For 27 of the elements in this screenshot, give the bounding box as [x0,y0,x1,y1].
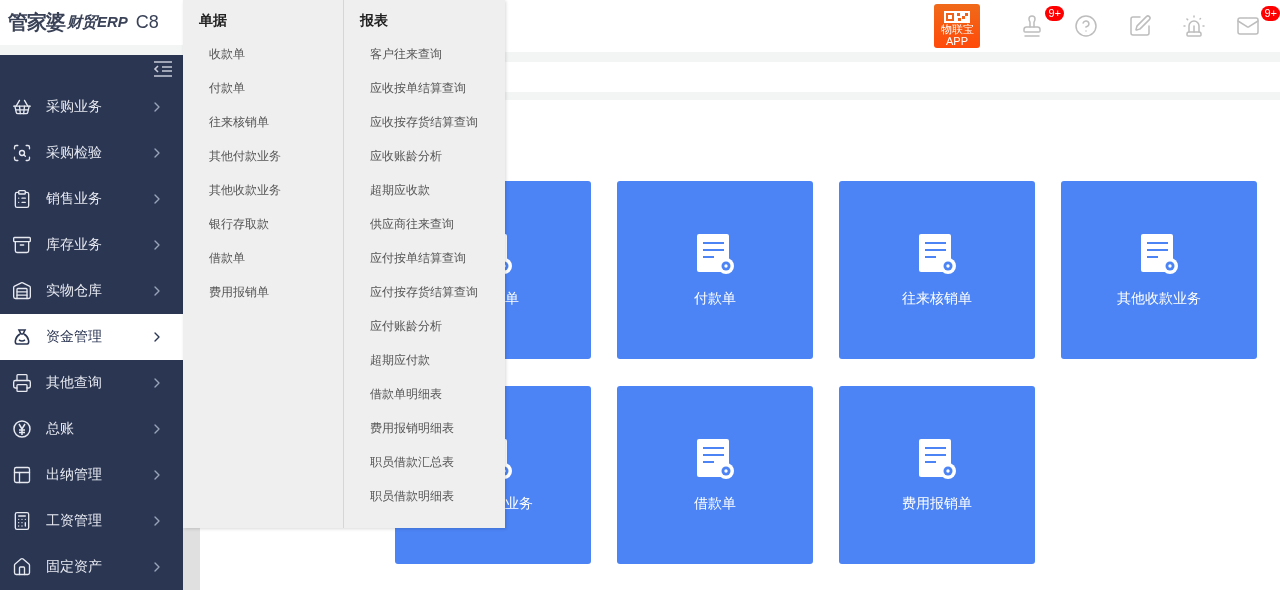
app-name: 物联宝 [940,23,974,35]
product-name: 财贸ERP [67,12,128,32]
tile-label: 业务 [505,495,533,513]
count-badge: 9+ [1261,6,1280,21]
sidebar-label: 资金管理 [46,328,103,346]
column-title: 单据 [199,12,228,30]
sidebar-label: 采购检验 [46,144,103,162]
count-badge: 9+ [1045,6,1064,21]
sidebar-label: 采购业务 [46,98,103,116]
tile-label: 单 [505,290,519,308]
app-label: APP [946,35,968,47]
tile-label: 往来核销单 [902,290,972,308]
sidebar-label: 总账 [46,420,75,438]
sidebar-label: 实物仓库 [46,282,103,300]
tile-label: 付款单 [694,290,736,308]
sidebar-label: 固定资产 [46,558,103,576]
sidebar-label: 出纳管理 [46,466,103,484]
tile-label: 其他收款业务 [1117,290,1201,308]
tile-label: 借款单 [694,495,736,513]
brand-name: 管家婆 [8,9,65,35]
column-title: 报表 [360,12,389,30]
tile-label: 费用报销单 [902,495,972,513]
sidebar-label: 销售业务 [46,190,103,208]
sidebar-label: 其他查询 [46,374,103,392]
sidebar-label: 库存业务 [46,236,103,254]
sidebar-label: 工资管理 [46,512,103,530]
version-label: C8 [135,11,159,33]
